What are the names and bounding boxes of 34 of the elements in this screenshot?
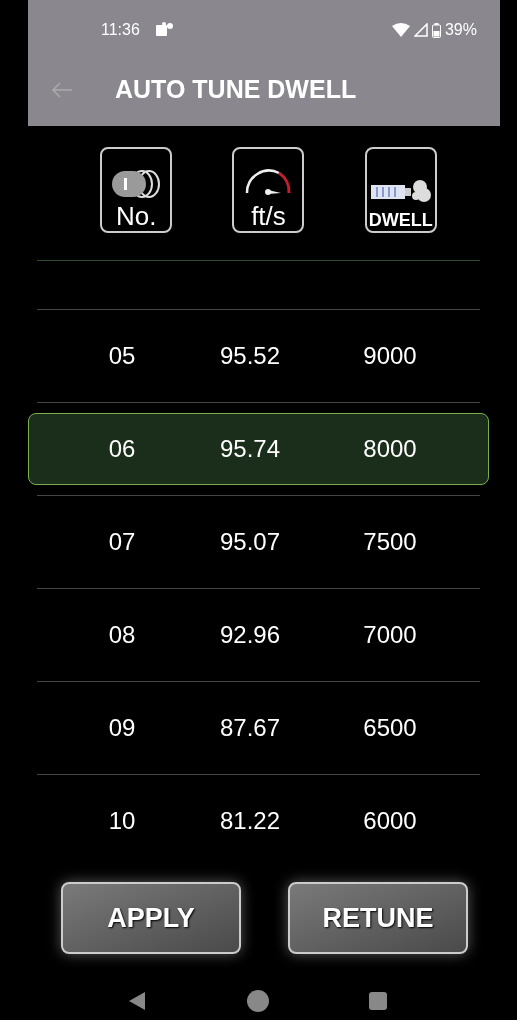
table-cell-text: 87.67 — [218, 713, 282, 743]
table-cell-text: 08 — [107, 620, 137, 650]
table-cell-text: 7500 — [362, 527, 418, 557]
back-nav-icon[interactable] — [127, 991, 147, 1011]
table-cell-text: 81.22 — [218, 806, 282, 836]
column-header: DWELL — [364, 147, 437, 233]
home-nav-icon[interactable] — [247, 990, 269, 1012]
battery-percent: 39% — [444, 20, 477, 40]
action-button[interactable]: APPLY — [61, 882, 241, 954]
table-cell-text: 6000 — [362, 806, 418, 836]
table-cell-text: 06 — [107, 434, 137, 464]
table-cell-text: 7000 — [362, 620, 418, 650]
back-arrow-icon — [51, 82, 73, 98]
table-cell-text: 95.07 — [218, 527, 282, 557]
table-cell-text: 07 — [107, 527, 137, 557]
table-cell-text: 92.96 — [218, 620, 282, 650]
selected-row-highlight[interactable]: 06 95.74 8000 — [28, 413, 489, 485]
signal-icon — [413, 23, 428, 37]
table-cell-text: 05 — [107, 341, 137, 371]
table-cell-text: 09 — [107, 713, 137, 743]
screen-title: AUTO TUNE DWELL — [115, 74, 357, 106]
wifi-icon — [391, 23, 410, 37]
table-cell-text: 95.52 — [218, 341, 282, 371]
table-cell-text: 10 — [107, 806, 137, 836]
battery-icon — [431, 22, 441, 38]
column-header: No. — [100, 147, 173, 233]
column-header: ft/s — [232, 147, 305, 233]
notification-icon — [155, 22, 174, 38]
table-cell-text: 6500 — [362, 713, 418, 743]
table-cell-text: 9000 — [362, 341, 418, 371]
table-cell-text: 95.74 — [218, 434, 282, 464]
action-button[interactable]: RETUNE — [288, 882, 468, 954]
clock: 11:36 — [101, 20, 140, 40]
table-cell-text: 8000 — [362, 434, 418, 464]
